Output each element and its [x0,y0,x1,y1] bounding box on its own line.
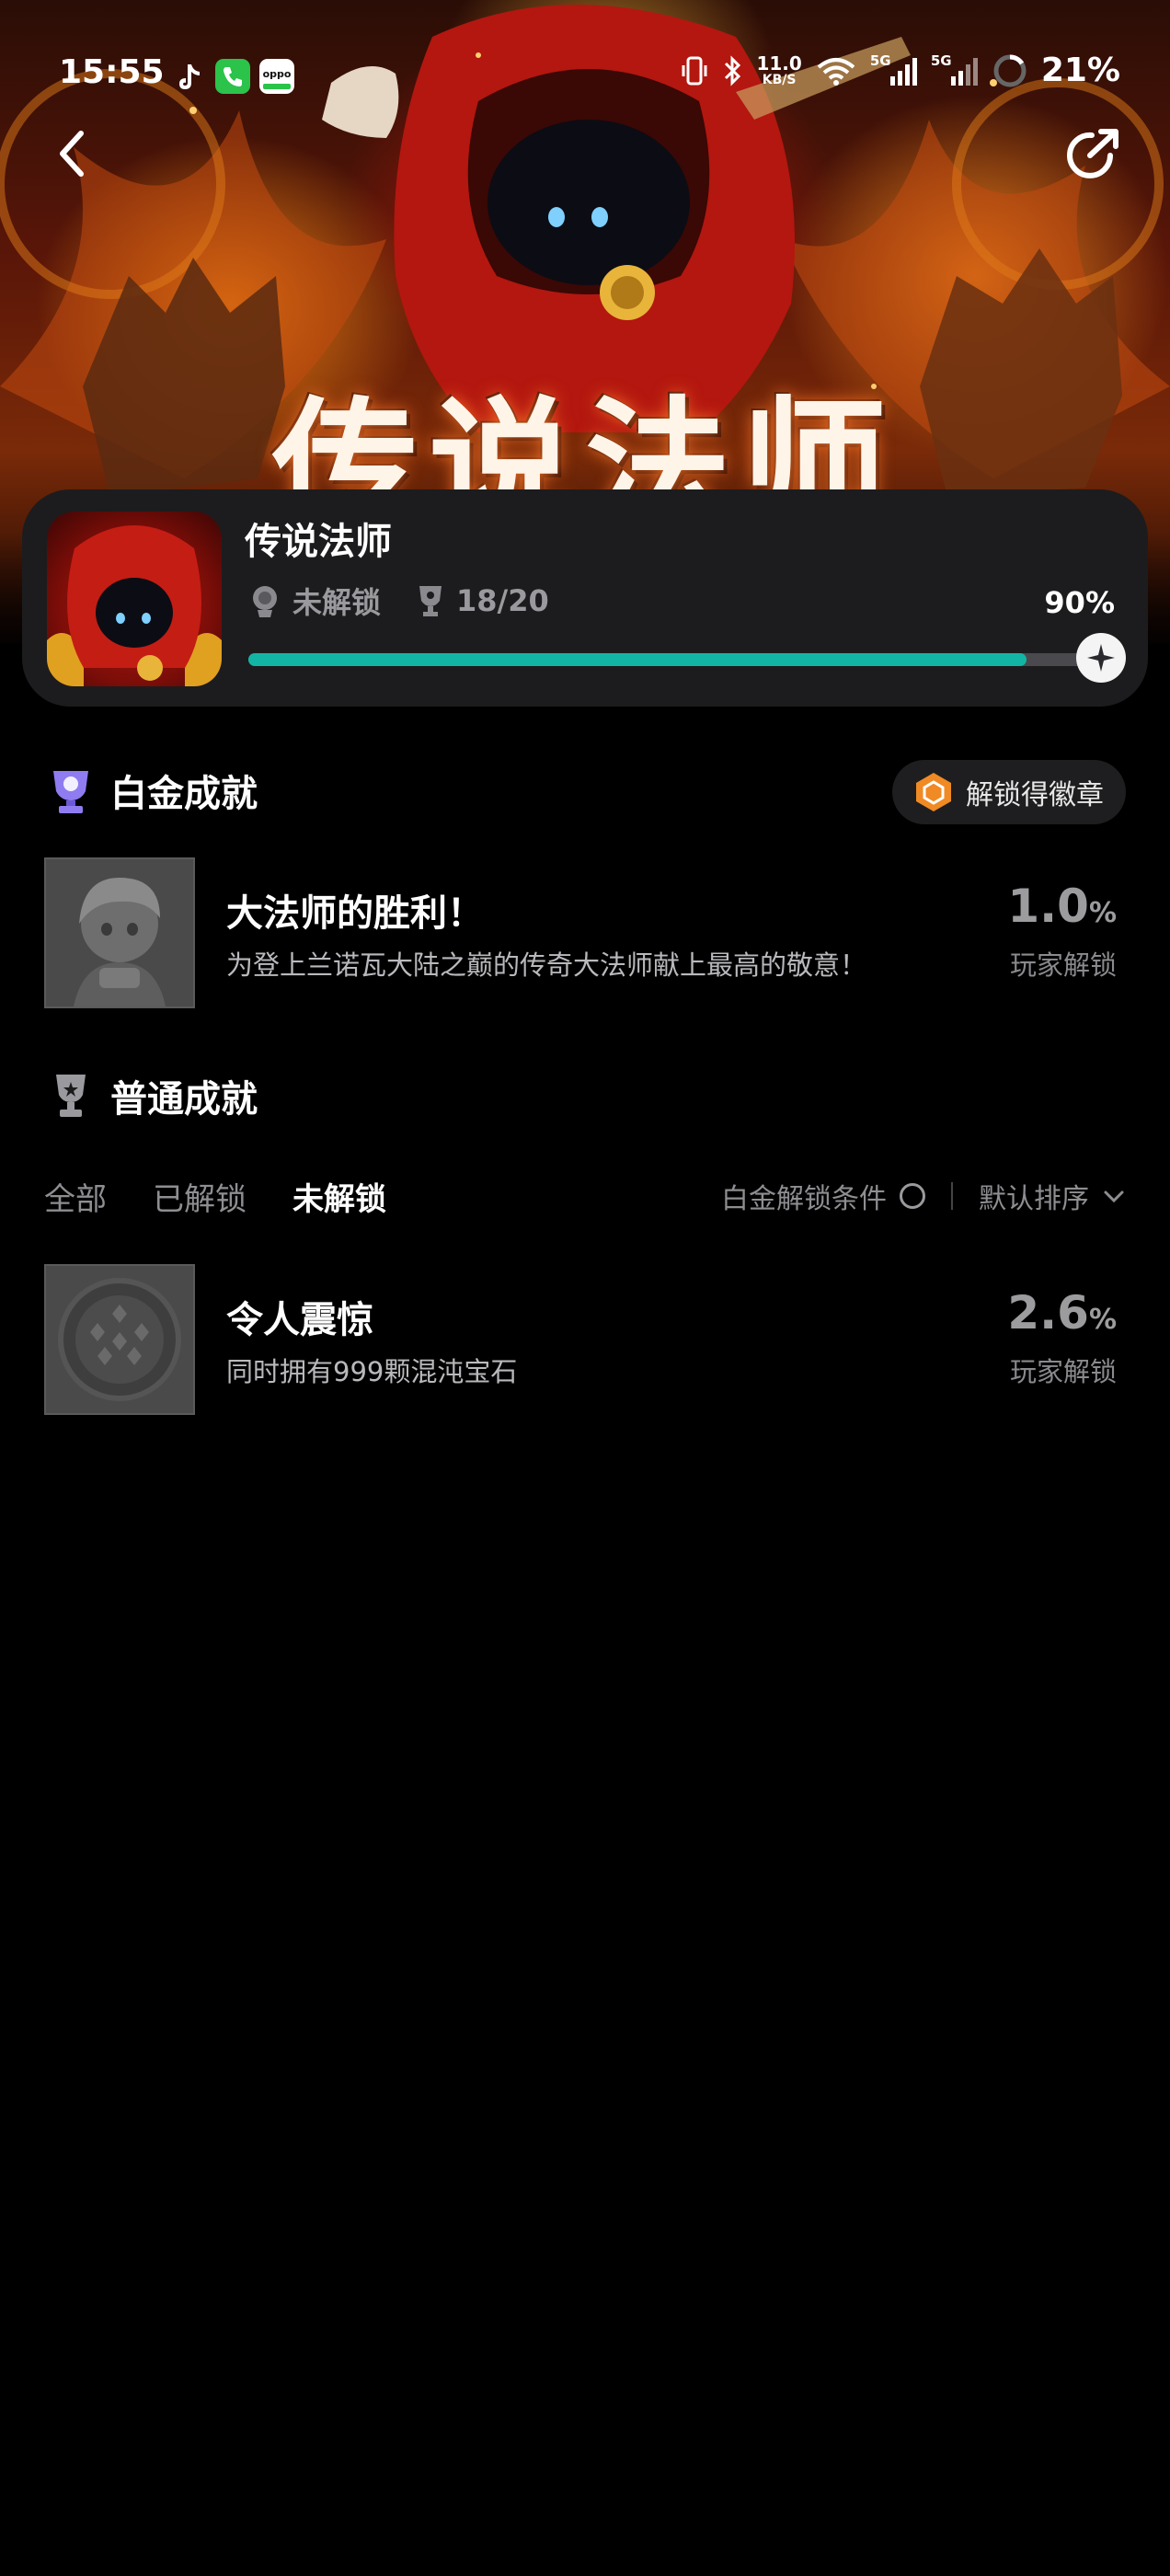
share-button[interactable] [1061,121,1126,186]
sort-dropdown-label[interactable]: 默认排序 [979,1176,1089,1216]
unlock-rate: 1.0% [1007,880,1117,933]
game-info-card: 传说法师 未解锁 18/20 90% [22,489,1148,707]
game-icon-art [47,525,222,686]
achievement-title: 令人震惊 [226,1299,373,1341]
net-speed-unit: KB/S [762,72,797,87]
share-icon [1067,129,1118,178]
platinum-section-title: 白金成就 [110,773,258,815]
progress-fill [248,653,1027,666]
back-button[interactable] [44,121,99,186]
normal-section-title: 普通成就 [110,1078,258,1121]
status-bar: 15:55 oppo 11.0 KB/S 5G 5G 21% [0,46,1170,110]
tab-all[interactable]: 全部 [44,1174,107,1219]
platinum-cup-icon [53,771,88,813]
trophy-count-label: 18/20 [456,583,549,618]
badge-icon [916,773,951,811]
achievement-description: 为登上兰诺瓦大陆之巅的传奇大法师献上最高的敬意！ [226,949,867,981]
tab-locked[interactable]: 未解锁 [292,1174,386,1219]
platinum-star-icon [1087,644,1115,672]
battery-percent: 21% [1040,52,1120,89]
achievement-description: 同时拥有999颗混沌宝石 [226,1356,518,1387]
game-icon[interactable] [47,512,222,686]
trophy-icon [419,586,442,616]
platinum-status-label: 未解锁 [292,585,382,620]
unlock-rate-unit: % [1088,1304,1117,1336]
game-name: 传说法师 [245,521,392,563]
svg-text:oppo: oppo [263,68,292,80]
unlock-rate-unit: % [1088,897,1117,929]
achievement-icon [44,1264,195,1415]
oppo-store-icon: oppo [259,59,294,94]
unlock-rate-label: 玩家解锁 [1009,949,1117,981]
platinum-achievement-row[interactable]: 大法师的胜利！ 为登上兰诺瓦大陆之巅的传奇大法师献上最高的敬意！ 1.0% 玩家… [44,857,1126,1008]
chaos-gems-icon [46,1266,193,1413]
unlock-rate-value: 1.0 [1007,880,1089,933]
vibrate-icon [682,56,707,85]
filter-bar: 白金解锁条件 默认排序 [721,1176,1126,1216]
platinum-status: 未解锁 [247,580,381,622]
game-meta: 未解锁 18/20 [247,580,582,622]
net-speed-value: 11.0 [756,52,802,75]
wifi-icon [817,57,855,86]
phone-icon [215,59,250,94]
platinum-condition-radio[interactable] [900,1183,925,1209]
progress-percent: 90% [1044,585,1115,620]
archmage-portrait-icon [46,859,193,1006]
progress-bar [248,633,1126,683]
platinum-condition-filter-label[interactable]: 白金解锁条件 [721,1176,887,1216]
platinum-trophy-icon [253,586,277,617]
unlock-rate-value: 2.6 [1007,1286,1089,1340]
chevron-down-icon[interactable] [1102,1184,1126,1208]
achievement-tabs: 全部 已解锁 未解锁 [44,1174,386,1219]
unlock-rate: 2.6% [1007,1286,1117,1340]
unlock-badge-label: 解锁得徽章 [966,779,1104,811]
normal-section-header: 普通成就 [44,1069,258,1122]
progress-end-knob [1076,633,1126,683]
signal-icon: 5G [931,52,979,89]
platinum-section-header: 白金成就 [44,764,258,817]
chevron-left-icon [60,131,84,177]
tiktok-icon [173,59,208,94]
net-speed: 11.0 KB/S [756,54,801,87]
achievement-title: 大法师的胜利！ [226,892,484,935]
status-right: 11.0 KB/S 5G 5G 21% [681,52,1120,89]
unlock-rate-label: 玩家解锁 [1009,1356,1117,1387]
signal-icon: 5G [870,52,918,89]
status-time: 15:55 [59,53,165,91]
unlock-badge-button[interactable]: 解锁得徽章 [892,760,1126,824]
tab-unlocked[interactable]: 已解锁 [153,1174,247,1219]
bluetooth-icon [725,54,741,86]
battery-ring-icon [993,54,1027,86]
list-item[interactable]: 令人震惊 同时拥有999颗混沌宝石 2.6% 玩家解锁 [44,1264,1126,1415]
filter-divider [951,1182,953,1210]
achievement-icon [44,857,195,1008]
trophy-count: 18/20 [414,582,549,619]
trophy-icon [56,1075,86,1117]
